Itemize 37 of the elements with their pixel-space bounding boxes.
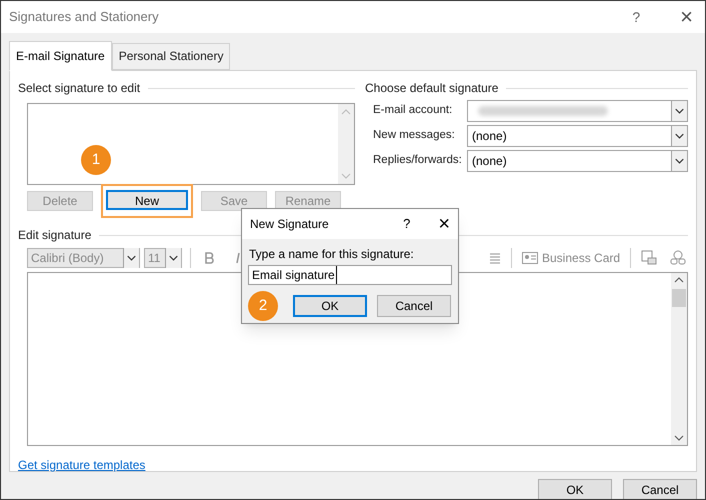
prompt-label: Type a name for this signature: (249, 246, 415, 263)
help-button[interactable]: ? (403, 214, 410, 234)
name-input[interactable]: Email signature (248, 265, 452, 285)
dropdown-field[interactable]: (none) (467, 125, 688, 147)
section-heading: Choose default signature (365, 80, 498, 97)
dropdown-caret-icon[interactable] (671, 126, 687, 146)
dropdown-field[interactable] (467, 100, 688, 122)
dropdown-field[interactable]: (none) (467, 150, 688, 172)
dialog-button[interactable]: Cancel (377, 295, 451, 317)
link-icon[interactable] (669, 250, 688, 266)
new-button[interactable]: New (106, 190, 188, 210)
business-card-icon[interactable] (522, 252, 538, 264)
dropdown-caret-icon[interactable] (123, 248, 139, 268)
field-label: New messages: (373, 128, 456, 144)
dialog-button[interactable]: OK (293, 295, 367, 317)
dropdown-caret-icon[interactable] (671, 151, 687, 171)
dropdown-caret-icon[interactable] (671, 101, 687, 121)
bold-icon[interactable] (203, 252, 215, 264)
step-badge: 2 (248, 291, 278, 321)
field-label: E-mail account: (373, 103, 454, 118)
help-button[interactable]: ? (632, 6, 640, 28)
dialog-button[interactable]: Cancel (623, 479, 697, 499)
align-icon[interactable] (489, 252, 501, 264)
business-card-label[interactable]: Business Card (542, 249, 620, 267)
dialog-title: New Signature (250, 216, 330, 233)
section-heading: Select signature to edit (18, 80, 140, 97)
tab[interactable]: E-mail Signature (9, 41, 112, 71)
dialog-button[interactable]: OK (538, 479, 612, 499)
tab[interactable]: Personal Stationery (112, 43, 230, 70)
window-title: Signatures and Stationery (9, 8, 160, 26)
close-button[interactable]: × (438, 214, 450, 234)
picture-insert-icon[interactable] (641, 250, 658, 266)
close-button[interactable]: × (680, 6, 693, 28)
field-label: Replies/forwards: (373, 153, 463, 168)
section-heading: Edit signature (18, 227, 92, 244)
templates-link[interactable]: Get signature templates (18, 456, 146, 474)
dropdown-caret-icon[interactable] (165, 248, 181, 268)
